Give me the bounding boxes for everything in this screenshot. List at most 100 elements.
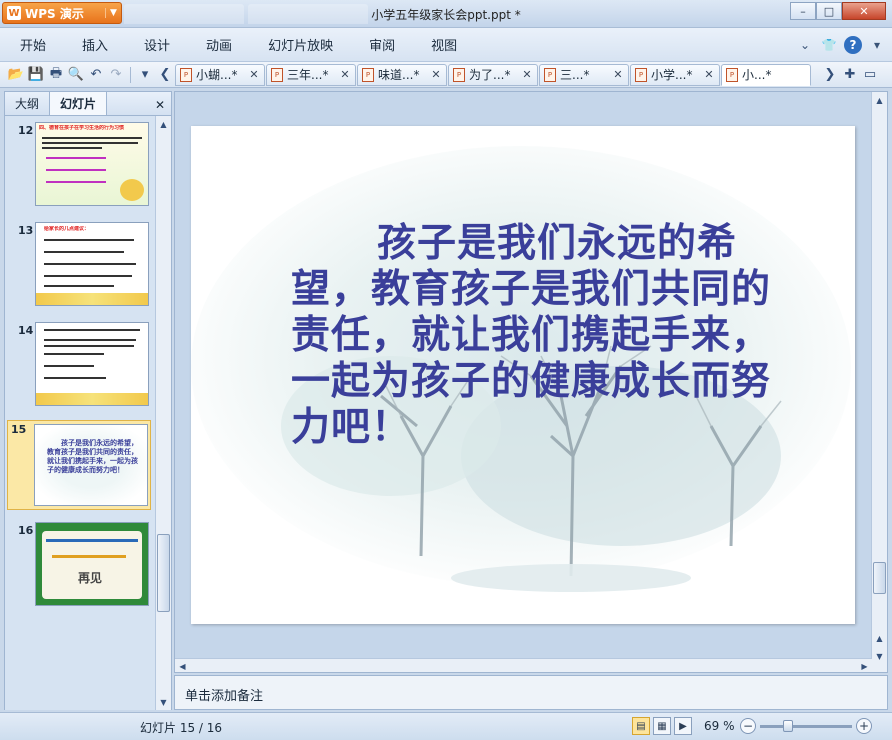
slide-body-text[interactable]: 孩子是我们永远的希望，教育孩子是我们共同的责任，就让我们携起手来，一起为孩子的健…: [291, 220, 786, 450]
slide-preview-text: 孩子是我们永远的希望，教育孩子是我们共同的责任，就让我们携起手来，一起为孩子的健…: [47, 439, 138, 474]
scroll-up-icon[interactable]: ▲: [872, 92, 887, 108]
close-tab-icon[interactable]: ✕: [339, 68, 351, 81]
document-tab-active[interactable]: P 小...*: [721, 63, 811, 86]
close-tab-icon[interactable]: ✕: [703, 68, 715, 81]
new-tab-plus-icon[interactable]: ✚: [840, 65, 860, 85]
zoom-slider-handle[interactable]: [783, 720, 793, 732]
document-tab-label: 味道...*: [378, 68, 420, 82]
menu-animation[interactable]: 动画: [186, 35, 248, 54]
zoom-slider[interactable]: [760, 725, 852, 728]
slide-thumbnail-16[interactable]: 16 再见: [5, 522, 155, 612]
tab-scroll-right-icon[interactable]: ❯: [820, 65, 840, 85]
menu-insert[interactable]: 插入: [62, 35, 124, 54]
slide-thumbnail-13[interactable]: 13 给家长的几点建议：: [5, 222, 155, 312]
window-layout-icon[interactable]: ▭: [860, 65, 880, 85]
print-icon[interactable]: 🖶: [46, 65, 66, 85]
open-folder-icon[interactable]: 📂: [6, 65, 26, 85]
document-tab[interactable]: P 小蝴...* ✕: [175, 63, 265, 86]
chevron-down-icon[interactable]: ⌄: [796, 36, 814, 54]
menu-view[interactable]: 视图: [411, 35, 473, 54]
menu-review[interactable]: 审阅: [349, 35, 411, 54]
slide-number: 12: [18, 124, 34, 137]
ppt-file-icon: P: [180, 67, 192, 82]
previous-slide-icon[interactable]: ▲: [872, 630, 887, 646]
thumbnail-scrollbar[interactable]: ▲ ▼: [155, 116, 171, 710]
save-icon[interactable]: 💾: [26, 65, 46, 85]
slide-preview: 再见: [35, 522, 149, 606]
slide-sorter-icon[interactable]: ▦: [653, 717, 671, 735]
skin-shirt-icon[interactable]: 👕: [820, 36, 838, 54]
ppt-file-icon: P: [635, 67, 647, 82]
slide-preview: [35, 322, 149, 406]
text-line: [44, 285, 114, 287]
menu-slideshow[interactable]: 幻灯片放映: [248, 35, 349, 54]
text-line: [44, 275, 132, 277]
status-bar: 幻灯片 15 / 16 ▤ ▦ ▶ 69 % − +: [0, 712, 892, 740]
toolbar-divider: [130, 66, 131, 83]
slide-thumbnail-12[interactable]: 12 四、德育在孩子在学习生活的行为习惯: [5, 122, 155, 212]
slideshow-play-icon[interactable]: ▶: [674, 717, 692, 735]
editor-vertical-scrollbar[interactable]: ▲ ▲ ▼: [871, 92, 887, 672]
zoom-in-icon[interactable]: +: [856, 718, 872, 734]
slide-preview-title: 四、德育在孩子在学习生活的行为习惯: [39, 125, 125, 131]
document-tab-label: 小学...*: [651, 68, 693, 82]
document-tab[interactable]: P 味道...* ✕: [357, 63, 447, 86]
zoom-level: 69 %: [704, 719, 735, 733]
notes-pane[interactable]: 单击添加备注: [174, 675, 888, 710]
background-window-tab[interactable]: [124, 4, 244, 24]
tab-slides[interactable]: 幻灯片: [49, 91, 108, 115]
zoom-out-icon[interactable]: −: [740, 718, 756, 734]
close-tab-icon[interactable]: ✕: [521, 68, 533, 81]
document-tab-label: 三...*: [560, 68, 590, 82]
scroll-up-icon[interactable]: ▲: [156, 116, 171, 132]
redo-icon[interactable]: ↷: [106, 65, 126, 85]
ppt-file-icon: P: [726, 67, 738, 82]
undo-icon[interactable]: ↶: [86, 65, 106, 85]
scrollbar-thumb[interactable]: [873, 562, 886, 594]
close-window-button[interactable]: ✕: [842, 2, 886, 20]
help-dropdown-icon[interactable]: ▾: [868, 36, 886, 54]
print-preview-icon[interactable]: 🔍: [66, 65, 86, 85]
document-tab[interactable]: P 为了...* ✕: [448, 63, 538, 86]
scroll-down-icon[interactable]: ▼: [156, 694, 171, 710]
slide-thumbnail-list: 12 四、德育在孩子在学习生活的行为习惯 13 给家长的几点建议： 14 15 …: [5, 116, 155, 710]
document-tab[interactable]: P 三...* ✕: [539, 63, 629, 86]
text-line: [44, 263, 136, 265]
menu-design[interactable]: 设计: [124, 35, 186, 54]
wps-app-menu-button[interactable]: W WPS 演示 ▼: [2, 2, 122, 24]
slide-thumbnail-15[interactable]: 15 孩子是我们永远的希望，教育孩子是我们共同的责任，就让我们携起手来，一起为孩…: [7, 420, 151, 510]
slide-number: 14: [18, 324, 34, 337]
normal-view-icon[interactable]: ▤: [632, 717, 650, 735]
wps-logo-icon: W: [7, 6, 21, 20]
close-tab-icon[interactable]: ✕: [248, 68, 260, 81]
text-line: [44, 345, 134, 347]
window-controls: – □ ✕: [790, 2, 886, 20]
slide-thumbnail-14[interactable]: 14: [5, 322, 155, 412]
chevron-down-icon[interactable]: ▼: [105, 8, 121, 18]
document-tab[interactable]: P 三年...* ✕: [266, 63, 356, 86]
scrollbar-thumb[interactable]: [157, 534, 170, 612]
decorative-flowers: [36, 293, 148, 305]
text-line: [46, 539, 138, 542]
document-tab[interactable]: P 小学...* ✕: [630, 63, 720, 86]
text-line: [44, 251, 124, 253]
menu-home[interactable]: 开始: [0, 35, 62, 54]
scroll-right-icon[interactable]: ▶: [857, 658, 872, 674]
tab-outline[interactable]: 大纲: [5, 92, 49, 115]
scroll-left-icon[interactable]: ◀: [175, 658, 190, 674]
slide-preview: 给家长的几点建议：: [35, 222, 149, 306]
help-icon[interactable]: ?: [844, 36, 862, 54]
close-panel-icon[interactable]: ✕: [149, 95, 171, 115]
maximize-button[interactable]: □: [816, 2, 842, 20]
close-tab-icon[interactable]: ✕: [430, 68, 442, 81]
editor-horizontal-scrollbar[interactable]: ◀ ▶: [175, 658, 872, 672]
ppt-file-icon: P: [453, 67, 465, 82]
next-slide-icon[interactable]: ▼: [872, 648, 887, 664]
wps-app-label: WPS 演示: [25, 6, 84, 21]
background-window-tab[interactable]: [248, 4, 368, 24]
customize-dropdown-icon[interactable]: ▾: [135, 65, 155, 85]
current-slide[interactable]: 孩子是我们永远的希望，教育孩子是我们共同的责任，就让我们携起手来，一起为孩子的健…: [191, 126, 855, 624]
tab-scroll-left-icon[interactable]: ❮: [155, 65, 175, 85]
minimize-button[interactable]: –: [790, 2, 816, 20]
close-tab-icon[interactable]: ✕: [612, 68, 624, 81]
